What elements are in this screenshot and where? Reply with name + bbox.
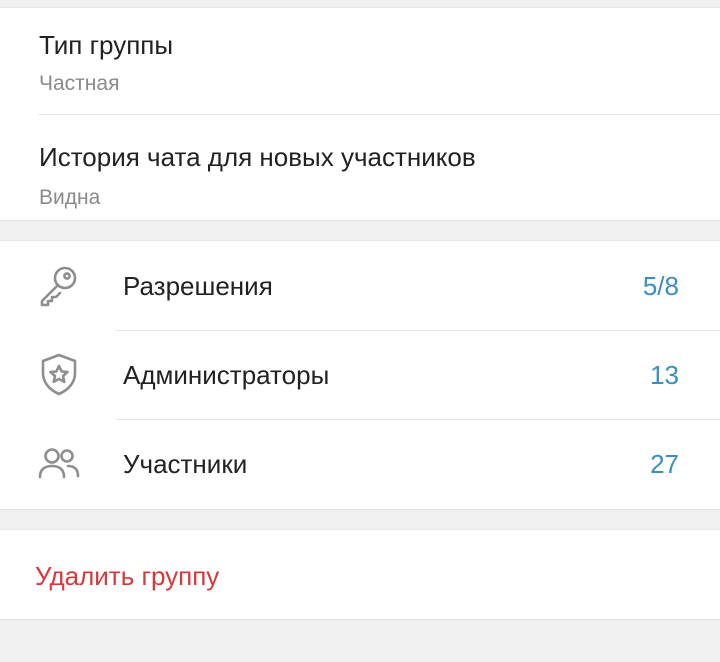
group-type-row[interactable]: Тип группы Частная	[0, 8, 720, 114]
administrators-label: Администраторы	[123, 360, 330, 390]
group-type-value: Частная	[39, 72, 120, 95]
key-icon	[36, 262, 82, 308]
administrators-count: 13	[650, 360, 679, 390]
chat-history-value: Видна	[39, 186, 101, 209]
delete-group-button[interactable]: Удалить группу	[0, 530, 720, 619]
permissions-label: Разрешения	[123, 271, 273, 301]
chat-history-title: История чата для новых участников	[39, 142, 476, 172]
chat-history-row[interactable]: История чата для новых участников Видна	[0, 115, 720, 220]
permissions-count: 5/8	[642, 271, 679, 301]
administrators-row[interactable]: Администраторы 13	[0, 330, 720, 419]
group-management-section: Разрешения 5/8 Администраторы 13 Участни…	[0, 241, 720, 509]
delete-group-label: Удалить группу	[35, 561, 220, 591]
shield-star-icon	[36, 351, 82, 397]
members-count: 27	[650, 449, 679, 479]
members-label: Участники	[123, 449, 248, 479]
group-type-title: Тип группы	[39, 30, 174, 60]
group-settings-section: Тип группы Частная История чата для новы…	[0, 8, 720, 220]
users-icon	[36, 440, 82, 486]
danger-zone-section: Удалить группу	[0, 530, 720, 619]
members-row[interactable]: Участники 27	[0, 419, 720, 508]
permissions-row[interactable]: Разрешения 5/8	[0, 241, 720, 330]
